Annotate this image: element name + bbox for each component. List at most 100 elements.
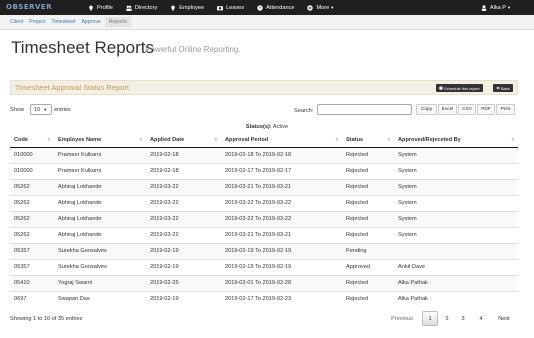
- table-row: 05357 Surekha Gonsalves 2019-02-19 2019-…: [10, 242, 518, 259]
- timesheet-approval-table: Code ⬍ Employee Name ⬍ Applied Date ⬍ Appro…: [10, 133, 518, 307]
- pagination-next[interactable]: Next: [493, 311, 515, 326]
- cell-status: Approved: [342, 258, 394, 275]
- clock-icon: [257, 4, 263, 11]
- csv-button[interactable]: CSV: [458, 104, 476, 115]
- copy-button[interactable]: Copy: [416, 104, 437, 115]
- subnav-project[interactable]: Project: [29, 17, 45, 27]
- table-row: 05357 Surekha Gonsalves 2019-02-19 2019-…: [10, 258, 518, 275]
- user-menu[interactable]: Alka P ▼: [481, 0, 511, 15]
- cell-employee-name: Surekha Gonsalves: [54, 258, 146, 275]
- pdf-button[interactable]: PDF: [477, 104, 495, 115]
- table-row: 010000 Prameer Kulkarni 2019-02-18 2019-…: [10, 146, 518, 163]
- subnav-client[interactable]: Client: [10, 17, 23, 27]
- pagination-page-4[interactable]: 4: [474, 311, 488, 326]
- cell-approval-period: 2019-02-19 To 2019-02-19: [221, 258, 342, 275]
- column-header-approved-by[interactable]: Approved/Rejeceted By ⬍: [394, 133, 518, 148]
- sort-icon: ⬍: [46, 137, 51, 143]
- nav-attendance[interactable]: Attendance: [257, 5, 294, 11]
- show-label: Show: [10, 107, 24, 113]
- back-button[interactable]: Back: [493, 84, 513, 92]
- cell-applied-date: 2019-02-25: [146, 274, 221, 291]
- column-header-label: Approved/Rejeceted By: [398, 136, 461, 143]
- nav-leaves-label: Leaves: [226, 4, 245, 11]
- nav-more[interactable]: More ▼: [307, 5, 334, 11]
- cell-employee-name: Swapan Das: [54, 290, 146, 307]
- nav-employee[interactable]: Employee: [170, 5, 204, 11]
- schedule-report-label: Schedule this report: [444, 85, 480, 91]
- back-label: Back: [501, 85, 510, 91]
- cell-approval-period: 2019-02-01 To 2019-02-28: [221, 274, 342, 291]
- pagination-page-1[interactable]: 1: [422, 311, 438, 326]
- column-header-approval-period[interactable]: Approval Period ⬍: [221, 133, 342, 148]
- cell-employee-name: Prameer Kulkarni: [54, 162, 146, 179]
- column-header-employee-name[interactable]: Employee Name ⬍: [54, 133, 146, 148]
- schedule-report-button[interactable]: Schedule this report: [436, 84, 483, 92]
- nav-leaves[interactable]: Leaves: [217, 5, 244, 11]
- pagination-page-2[interactable]: 2: [440, 311, 454, 326]
- subnav-approve[interactable]: Approve: [81, 17, 100, 27]
- report-panel-header: Timesheet Approval Status Report Schedul…: [10, 80, 518, 95]
- user-icon: [481, 4, 487, 11]
- cell-code: 0697: [10, 290, 54, 307]
- status-filter-label: Status(s):: [245, 124, 272, 130]
- search-input[interactable]: [317, 104, 412, 115]
- cell-applied-date: 2019-02-18: [146, 162, 221, 179]
- sort-icon: ⬍: [138, 137, 143, 143]
- sort-icon: ⬍: [386, 137, 391, 143]
- back-arrow-icon: [496, 86, 500, 90]
- cell-code: 05410: [10, 274, 54, 291]
- subnav-reports[interactable]: Reports: [104, 17, 131, 27]
- search-label: Search:: [294, 108, 314, 114]
- cell-approved-by: System: [394, 226, 518, 243]
- subnav-timesheet[interactable]: Timesheet: [51, 17, 75, 27]
- column-header-label: Employee Name: [58, 136, 102, 143]
- cell-approved-by: Alka Pathak: [394, 290, 518, 307]
- column-header-label: Applied Date: [150, 136, 185, 143]
- cell-applied-date: 2019-03-22: [146, 194, 221, 211]
- excel-button[interactable]: Excel: [438, 104, 457, 115]
- cell-applied-date: 2019-02-19: [146, 258, 221, 275]
- report-title: Timesheet Approval Status Report: [15, 83, 129, 92]
- page-title: Timesheet Reports: [11, 38, 154, 57]
- cell-employee-name: Abhiraj Lokhande: [54, 226, 146, 243]
- cell-status: Rejected: [342, 162, 394, 179]
- cell-applied-date: 2019-03-22: [146, 210, 221, 227]
- table-row: 05262 Abhiraj Lokhande 2019-03-22 2019-0…: [10, 194, 518, 211]
- column-header-label: Code: [14, 136, 28, 143]
- pagination-previous[interactable]: Previous: [386, 311, 418, 326]
- cell-approved-by: Alka Pathak: [394, 274, 518, 291]
- user-name: Alka P: [489, 4, 507, 11]
- chevron-down-icon: ▼: [330, 5, 335, 10]
- table-row: 05262 Abhiraj Lokhande 2019-03-22 2019-0…: [10, 210, 518, 227]
- cell-employee-name: Abhiraj Lokhande: [54, 194, 146, 211]
- cell-status: Rejected: [342, 146, 394, 163]
- entries-label: entries: [54, 107, 71, 113]
- cell-code: 010000: [10, 162, 54, 179]
- lightbulb-icon: [171, 5, 176, 10]
- table-row: 05410 Yograj Swami 2019-02-25 2019-02-01…: [10, 274, 518, 291]
- cell-approved-by: Ankit Dave: [394, 258, 518, 275]
- cell-status: Pending: [342, 242, 394, 259]
- column-header-status[interactable]: Status ⬍: [342, 133, 394, 148]
- column-header-code[interactable]: Code ⬍: [10, 133, 54, 148]
- cell-status: Rejected: [342, 290, 394, 307]
- cell-status: Rejected: [342, 210, 394, 227]
- cell-code: 010000: [10, 146, 54, 163]
- nav-more-label: More: [316, 4, 330, 11]
- cell-approved-by: [394, 242, 518, 259]
- cell-applied-date: 2019-02-19: [146, 242, 221, 259]
- entries-per-page-select[interactable]: 10 ▼: [30, 104, 52, 115]
- cell-status: Rejected: [342, 178, 394, 195]
- nav-profile[interactable]: Profile: [88, 5, 113, 11]
- nav-directory[interactable]: Directory: [125, 5, 157, 11]
- pagination-page-3[interactable]: 3: [456, 311, 470, 326]
- table-header-row: Code ⬍ Employee Name ⬍ Applied Date ⬍ Appro…: [10, 133, 518, 148]
- sort-icon: ⬍: [510, 137, 515, 143]
- cell-approved-by: System: [394, 194, 518, 211]
- print-button[interactable]: Print: [496, 104, 515, 115]
- cell-employee-name: Abhiraj Lokhande: [54, 178, 146, 195]
- column-header-label: Approval Period: [225, 136, 269, 143]
- cell-approval-period: 2019-03-22 To 2019-03-22: [221, 210, 342, 227]
- app-logo[interactable]: OBSERVER: [6, 3, 76, 12]
- column-header-applied-date[interactable]: Applied Date ⬍: [146, 133, 221, 148]
